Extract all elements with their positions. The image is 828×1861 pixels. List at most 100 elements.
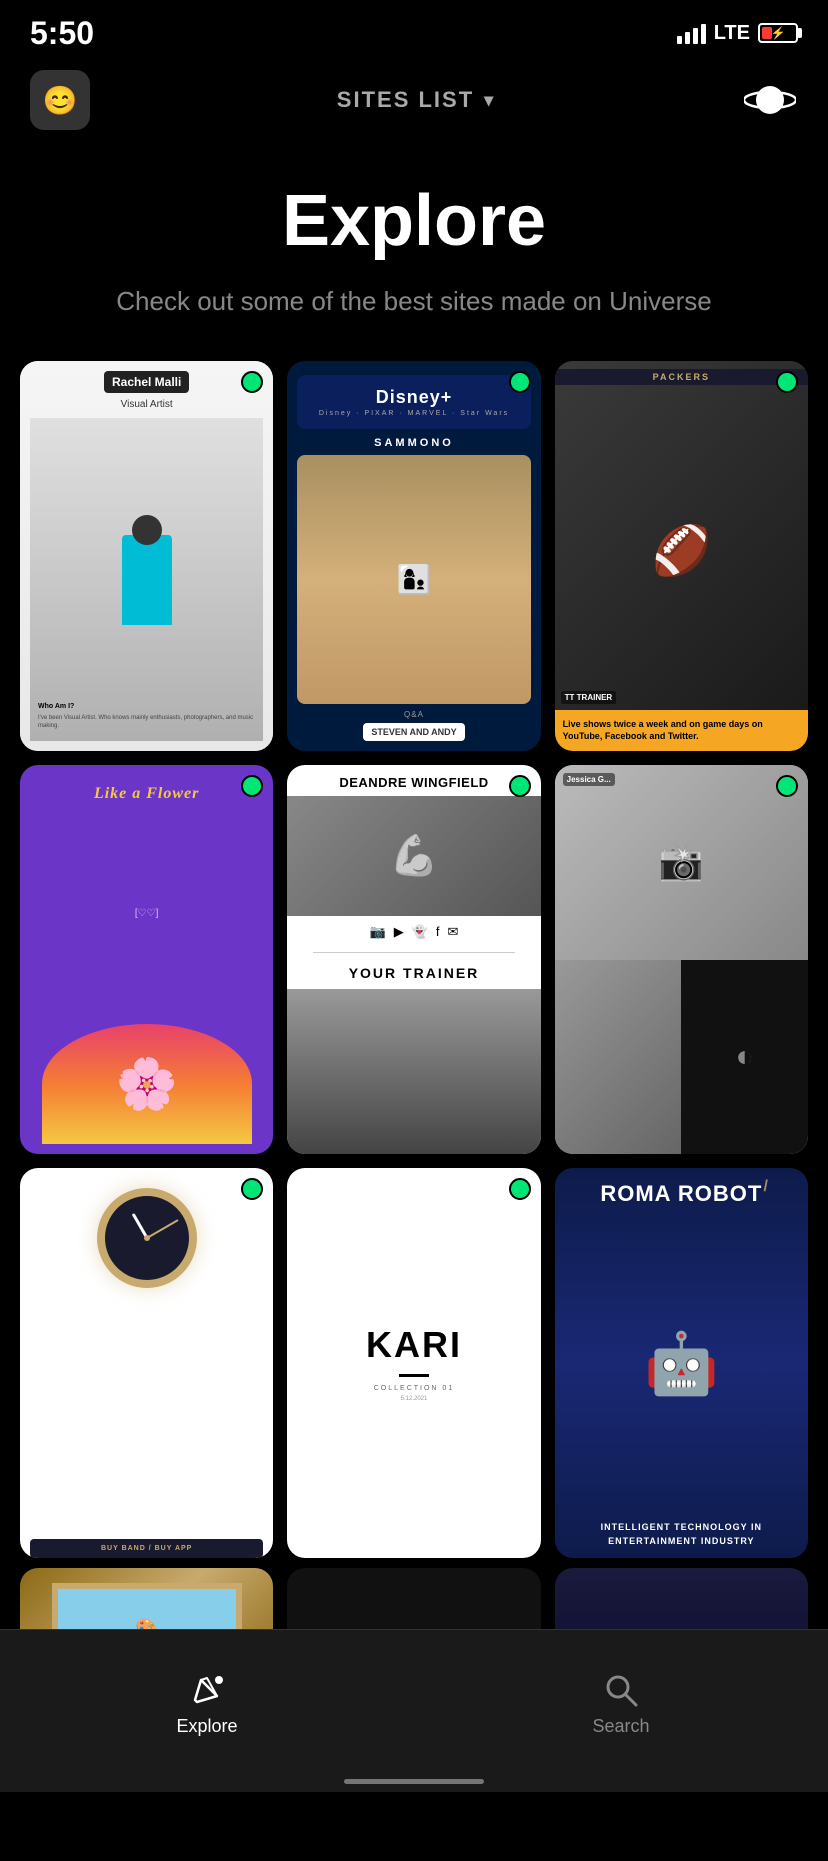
jessica-top-photo: Jessica G... 📸 — [555, 765, 808, 960]
roma-description: INTELLIGENT TECHNOLOGY IN ENTERTAINMENT … — [565, 1521, 798, 1548]
clock-face — [97, 1188, 197, 1288]
card-rachel-malli[interactable]: Rachel Malli Visual Artist Who Am I? I'v… — [20, 361, 273, 751]
flower-graphic: 🌸 — [42, 1024, 252, 1144]
roma-robot-title: ROMA ROBOT — [600, 1182, 762, 1206]
card-disney[interactable]: Disney+ Disney · PIXAR · MARVEL · Star W… — [287, 361, 540, 751]
snapchat-icon: 👻 — [412, 924, 428, 940]
status-bar: 5:50 LTE ⚡ — [0, 0, 828, 60]
clock-minute-hand — [146, 1220, 178, 1240]
trainer-label: YOUR TRAINER — [341, 957, 488, 989]
card-flower[interactable]: Like a Flower [♡♡] 🌸 — [20, 765, 273, 1155]
card-roma-robot[interactable]: ROMA ROBOT 🤖 INTELLIGENT TECHNOLOGY IN E… — [555, 1168, 808, 1558]
sammono-label: SAMMONO — [374, 437, 454, 449]
kari-divider — [399, 1374, 429, 1377]
kari-title: KARI — [366, 1324, 462, 1366]
card-jessica-inner: Jessica G... 📸 ◐ — [555, 765, 808, 1155]
online-indicator — [776, 775, 798, 797]
chevron-down-icon: ▾ — [484, 90, 495, 111]
disney-logo-area: Disney+ Disney · PIXAR · MARVEL · Star W… — [297, 375, 530, 429]
divider — [313, 952, 516, 953]
online-indicator — [776, 371, 798, 393]
card-clock[interactable]: BUY BAND / BUY APP — [20, 1168, 273, 1558]
explore-tab-label: Explore — [176, 1716, 237, 1737]
youtube-icon: ▶ — [394, 924, 404, 940]
header: 😊 SITES LIST ▾ — [0, 60, 828, 140]
rachel-body-text: Who Am I? I've been Visual Artist. Who k… — [38, 702, 255, 731]
signal-bar-4 — [701, 24, 706, 44]
facebook-icon: f — [436, 924, 440, 939]
flower-emoji: 🌸 — [116, 1055, 178, 1114]
deandre-name: DEANDRE WINGFIELD — [333, 765, 494, 796]
search-icon — [601, 1670, 641, 1710]
online-indicator — [509, 371, 531, 393]
card-packers-trainer[interactable]: PACKERS 🏈 TT TRAINER Live shows twice a … — [555, 361, 808, 751]
qna-tag: Q&A — [404, 710, 424, 719]
clock-center-dot — [144, 1235, 150, 1241]
packers-description: Live shows twice a week and on game days… — [555, 710, 808, 751]
tab-search[interactable]: Search — [414, 1630, 828, 1762]
deandre-bottom-photo — [287, 989, 540, 1155]
status-time: 5:50 — [30, 15, 94, 52]
card-flower-inner: Like a Flower [♡♡] 🌸 — [20, 765, 273, 1155]
card-disney-inner: Disney+ Disney · PIXAR · MARVEL · Star W… — [287, 361, 540, 751]
packers-photo: PACKERS 🏈 TT TRAINER — [555, 361, 808, 710]
app-icon[interactable]: 😊 — [30, 70, 90, 130]
rachel-subtitle: Visual Artist — [121, 399, 173, 410]
trainer-tag: TT TRAINER — [561, 691, 617, 704]
disney-photo: 👩‍👦 — [297, 455, 530, 704]
jessica-photo-left — [555, 960, 682, 1155]
lte-label: LTE — [714, 22, 750, 45]
steven-family-label: STEVEN AND ANDY — [363, 723, 464, 741]
battery-icon: ⚡ — [758, 23, 798, 43]
deandre-photo: 💪 — [287, 796, 540, 916]
explore-icon — [187, 1670, 227, 1710]
status-icons: LTE ⚡ — [677, 22, 798, 45]
jessica-photo-right: ◐ — [681, 960, 808, 1155]
sites-list-label: SITES LIST — [337, 87, 474, 113]
card-rachel-inner: Rachel Malli Visual Artist Who Am I? I'v… — [20, 361, 273, 751]
rachel-photo — [30, 418, 263, 740]
card-roma-inner: ROMA ROBOT 🤖 INTELLIGENT TECHNOLOGY IN E… — [555, 1168, 808, 1558]
planet-button[interactable] — [742, 72, 798, 128]
roma-slash-icon: / — [764, 1178, 768, 1196]
jessica-bottom-section: ◐ — [555, 960, 808, 1155]
online-indicator — [509, 1178, 531, 1200]
card-deandre-inner: DEANDRE WINGFIELD 💪 📷 ▶ 👻 f ✉ YOUR TRAIN… — [287, 765, 540, 1155]
jessica-photo-person: 📸 — [659, 841, 704, 883]
instagram-icon: 📷 — [370, 924, 386, 940]
disney-plus-text: Disney+ — [303, 387, 524, 408]
home-indicator — [344, 1779, 484, 1784]
sites-list-button[interactable]: SITES LIST ▾ — [337, 87, 495, 113]
kari-subtitle: COLLECTION 01 — [374, 1385, 454, 1392]
jessica-abstract-icon: ◐ — [736, 1040, 754, 1074]
cards-grid: Rachel Malli Visual Artist Who Am I? I'v… — [0, 351, 828, 1568]
flower-decoration: [♡♡] — [135, 908, 159, 919]
card-kari-inner: KARI COLLECTION 01 5.12.2021 — [287, 1168, 540, 1558]
roma-robot-graphic: 🤖 — [644, 1328, 719, 1399]
tab-bar: Explore Search — [0, 1629, 828, 1792]
signal-bar-1 — [677, 36, 682, 44]
card-jessica[interactable]: Jessica G... 📸 ◐ — [555, 765, 808, 1155]
online-indicator — [241, 775, 263, 797]
hero-section: Explore Check out some of the best sites… — [0, 140, 828, 351]
card-kari[interactable]: KARI COLLECTION 01 5.12.2021 — [287, 1168, 540, 1558]
emoji-icon: 😊 — [43, 84, 78, 117]
card-deandre-wingfield[interactable]: DEANDRE WINGFIELD 💪 📷 ▶ 👻 f ✉ YOUR TRAIN… — [287, 765, 540, 1155]
jessica-name-tag: Jessica G... — [563, 773, 615, 786]
email-icon: ✉ — [448, 924, 459, 940]
packers-banner: PACKERS — [555, 369, 808, 385]
deandre-social-icons: 📷 ▶ 👻 f ✉ — [364, 916, 465, 948]
signal-bar-3 — [693, 28, 698, 44]
battery-bolt-icon: ⚡ — [771, 26, 786, 40]
signal-bar-2 — [685, 32, 690, 44]
clock-buy-button[interactable]: BUY BAND / BUY APP — [30, 1539, 263, 1558]
search-tab-label: Search — [592, 1716, 649, 1737]
hero-subtitle: Check out some of the best sites made on… — [60, 282, 768, 321]
disney-brands: Disney · PIXAR · MARVEL · Star Wars — [303, 410, 524, 417]
planet-icon — [744, 74, 796, 126]
rachel-name: Rachel Malli — [104, 371, 189, 393]
card-packers-inner: PACKERS 🏈 TT TRAINER Live shows twice a … — [555, 361, 808, 751]
online-indicator — [509, 775, 531, 797]
flower-title: Like a Flower — [94, 785, 199, 803]
tab-explore[interactable]: Explore — [0, 1630, 414, 1762]
